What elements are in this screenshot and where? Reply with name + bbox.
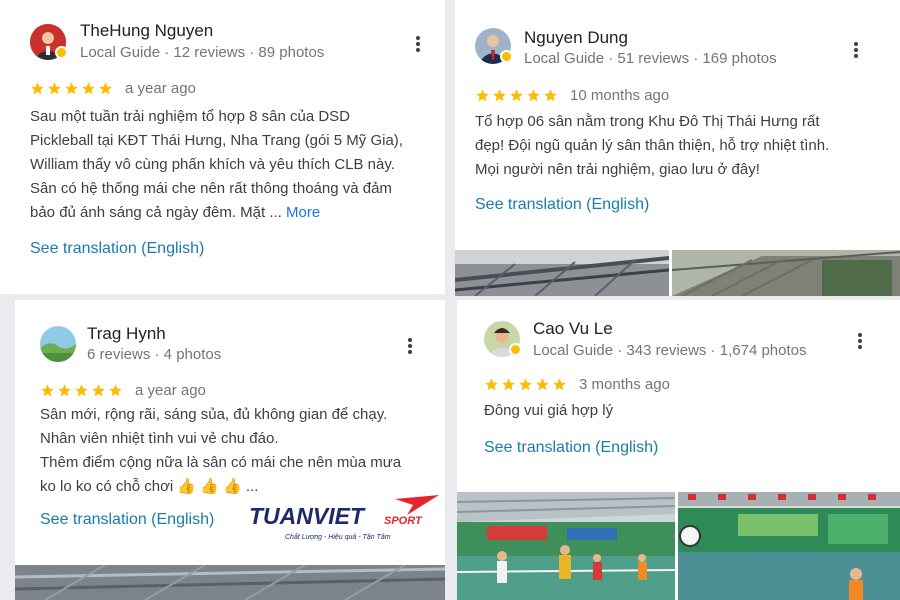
review-line: Thêm điểm cộng nữa là sân có mái che nên…	[40, 454, 402, 471]
star-icon	[75, 384, 88, 397]
review-text: Sau một tuần trải nghiệm tổ hợp 8 sân củ…	[30, 105, 435, 225]
review-time: a year ago	[135, 382, 206, 399]
star-icon	[65, 82, 78, 95]
see-translation-link[interactable]: See translation (English)	[40, 511, 214, 529]
review-line: Tổ hợp 06 sân nằm trong Khu Đô Thị Thái …	[475, 113, 820, 130]
review-text: Đông vui giá hợp lý	[484, 399, 884, 423]
star-icon	[109, 384, 122, 397]
star-icon	[553, 378, 566, 391]
review-card: Trag Hynh 6 reviews · 4 photos a year ag…	[15, 300, 445, 600]
review-photo[interactable]	[455, 250, 669, 296]
review-time: 10 months ago	[570, 87, 670, 104]
local-guide-badge-icon	[55, 46, 68, 59]
svg-text:TUANVIET: TUANVIET	[249, 503, 366, 529]
star-icon	[536, 378, 549, 391]
review-text: Sân mới, rộng rãi, sáng sủa, đủ không gi…	[40, 403, 440, 499]
local-guide-badge-icon	[509, 343, 522, 356]
star-icon	[502, 378, 515, 391]
star-icon	[99, 82, 112, 95]
review-time: a year ago	[125, 80, 196, 97]
court-roof-photo	[455, 250, 669, 296]
reviewer-meta: Local Guide · 343 reviews · 1,674 photos	[533, 342, 807, 359]
review-line: Mọi người nên trải nghiệm, giao lưu ở đâ…	[475, 161, 760, 178]
tuanviet-sport-logo: TUANVIET SPORT Chất Lượng - Hiệu quả - T…	[247, 493, 442, 543]
review-photo[interactable]	[672, 250, 900, 296]
local-guide-badge-icon	[500, 50, 513, 63]
review-photo[interactable]	[678, 492, 900, 600]
star-icon	[31, 82, 44, 95]
more-link[interactable]: More	[286, 204, 320, 221]
rating-row: 3 months ago	[484, 376, 670, 393]
rating-row: a year ago	[40, 382, 206, 399]
star-icon	[519, 378, 532, 391]
reviewer-name[interactable]: Nguyen Dung	[524, 28, 628, 48]
more-vert-icon[interactable]	[848, 40, 864, 60]
review-photo[interactable]	[457, 492, 675, 600]
see-translation-link[interactable]: See translation (English)	[475, 196, 649, 214]
svg-text:Chất Lượng - Hiệu quả - Tận Tâ: Chất Lượng - Hiệu quả - Tận Tâm	[285, 533, 391, 541]
reviewer-avatar[interactable]	[40, 326, 76, 362]
review-line: Sau một tuần trải nghiệm tổ hợp 8 sân củ…	[30, 108, 351, 125]
review-line: Nhân viên nhiệt tình vui vẻ chu đáo.	[40, 430, 279, 447]
star-icon	[544, 89, 557, 102]
review-line: William thấy vô cùng phấn khích và yêu t…	[30, 156, 395, 173]
landscape-avatar-icon	[40, 326, 76, 362]
star-rating	[484, 377, 567, 392]
reviewer-name[interactable]: Cao Vu Le	[533, 319, 613, 339]
review-line: đẹp! Đội ngũ quản lý sân thân thiện, hỗ …	[475, 137, 830, 154]
star-icon	[527, 89, 540, 102]
review-card: TheHung Nguyen Local Guide · 12 reviews …	[0, 0, 445, 294]
reviewer-meta: 6 reviews · 4 photos	[87, 346, 222, 363]
rating-row: a year ago	[30, 80, 196, 97]
star-rating	[30, 81, 113, 96]
review-line: Sân mới, rộng rãi, sáng sủa, đủ không gi…	[40, 406, 388, 423]
review-line: Đông vui giá hợp lý	[484, 402, 614, 419]
star-icon	[58, 384, 71, 397]
pickleball-court-photo	[457, 492, 675, 600]
more-vert-icon[interactable]	[402, 336, 418, 356]
reviewer-name[interactable]: Trag Hynh	[87, 324, 166, 344]
review-photo[interactable]	[15, 565, 445, 600]
review-line: Sân có hệ thống mái che nên rất thông th…	[30, 180, 392, 197]
star-icon	[493, 89, 506, 102]
pickleball-court-photo	[678, 492, 900, 600]
review-text: Tổ hợp 06 sân nằm trong Khu Đô Thị Thái …	[475, 110, 890, 182]
star-icon	[476, 89, 489, 102]
star-icon	[92, 384, 105, 397]
star-icon	[82, 82, 95, 95]
star-icon	[510, 89, 523, 102]
see-translation-link[interactable]: See translation (English)	[30, 240, 204, 258]
svg-text:SPORT: SPORT	[384, 515, 423, 527]
brand-logo-icon: TUANVIET SPORT Chất Lượng - Hiệu quả - T…	[249, 495, 439, 541]
review-time: 3 months ago	[579, 376, 670, 393]
review-line: Pickleball tại KĐT Thái Hưng, Nha Trang …	[30, 132, 403, 149]
review-card: Nguyen Dung Local Guide · 51 reviews · 1…	[455, 0, 900, 296]
star-icon	[41, 384, 54, 397]
reviewer-name[interactable]: TheHung Nguyen	[80, 21, 213, 41]
review-line: bảo đủ ánh sáng cả ngày đêm. Mặt ...	[30, 204, 282, 221]
more-vert-icon[interactable]	[852, 331, 868, 351]
reviewer-meta: Local Guide · 51 reviews · 169 photos	[524, 50, 777, 67]
star-icon	[485, 378, 498, 391]
star-rating	[40, 383, 123, 398]
more-vert-icon[interactable]	[410, 34, 426, 54]
reviewer-meta: Local Guide · 12 reviews · 89 photos	[80, 44, 325, 61]
rating-row: 10 months ago	[475, 87, 669, 104]
review-card: Cao Vu Le Local Guide · 343 reviews · 1,…	[457, 300, 900, 600]
see-translation-link[interactable]: See translation (English)	[484, 439, 658, 457]
court-roof-photo	[15, 565, 445, 600]
star-rating	[475, 88, 558, 103]
star-icon	[48, 82, 61, 95]
court-roof-photo	[672, 250, 900, 296]
